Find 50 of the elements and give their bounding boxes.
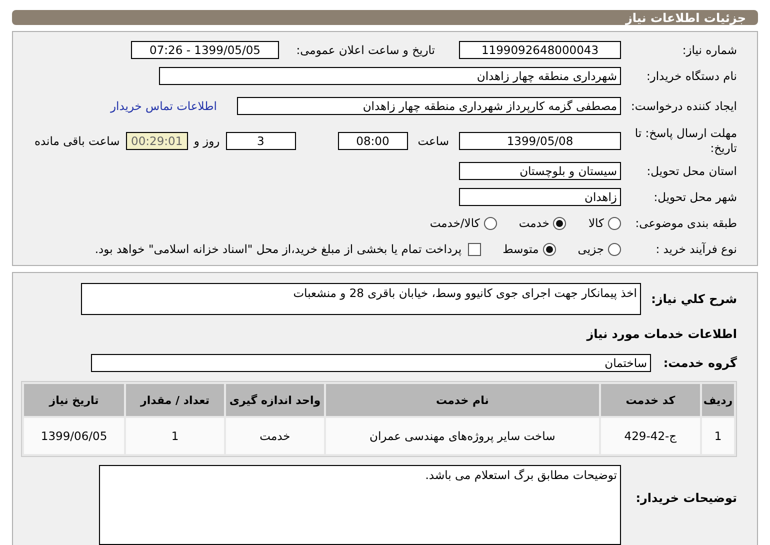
field-label: استان محل تحویل: [646, 164, 737, 178]
column-header: ردیف [702, 384, 734, 416]
column-header: تعداد / مقدار [126, 384, 224, 416]
radio-option[interactable]: جزیی [578, 242, 621, 256]
section-heading: اطلاعات خدمات مورد نياز [585, 326, 737, 342]
field-label: توضیحات خریدار: [634, 491, 737, 506]
field-label: تاریخ و ساعت اعلان عمومی: [295, 43, 435, 58]
field-label: نام دستگاه خریدار: [645, 69, 737, 84]
field-label: شهر محل تحویل: [652, 190, 737, 204]
column-header: واحد اندازه گیری [226, 384, 324, 416]
need-number-field: 1199092648000043 [459, 41, 621, 60]
description-field: اخذ پیمانکار جهت اجرای جوی کانیوو وسط، خیابان باقری 28 و منشعبات [81, 283, 641, 315]
column-header: کد خدمت [600, 384, 700, 416]
buyer-name-field: شهرداری منطقه چهار زاهدان [159, 67, 621, 86]
table-cell: ساخت سایر پروژه‌های مهندسی عمران [326, 418, 599, 454]
table-cell: 1 [126, 418, 224, 454]
city-field: زاهدان [459, 188, 621, 206]
deadline-date-field: 1399/05/08 [459, 132, 621, 150]
province-field: سیستان و بلوچستان [459, 162, 621, 180]
radio-option[interactable]: کالا [588, 216, 621, 230]
table-cell: خدمت [226, 418, 324, 454]
column-header: نام خدمت [326, 384, 599, 416]
page-header: جزئیات اطلاعات نیاز [12, 10, 758, 26]
field-label: گروه خدمت: [662, 356, 737, 370]
field-label: روز و [194, 134, 220, 148]
service-group-field: ساختمان [91, 354, 651, 372]
field-label: طبقه بندی موضوعی: [634, 216, 737, 230]
buyer-notes-field: توضیحات مطابق برگ استعلام می باشد. [99, 465, 621, 545]
radio-option[interactable]: خدمت [518, 216, 566, 230]
days-field: 3 [226, 132, 296, 150]
deadline-time-field: 08:00 [338, 132, 408, 150]
announce-date-field: 1399/05/05 - 07:26 [131, 41, 279, 60]
radio-option[interactable]: کالا/خدمت [430, 216, 497, 230]
field-label: نوع فرآیند خرید : [654, 242, 737, 256]
field-label: مهلت ارسال پاسخ: تا تاریخ: [634, 126, 737, 155]
field-label: شرح کلي نياز: [650, 292, 737, 306]
creator-field: مصطفی گزمه کارپرداز شهرداری منطقه چهار زاهدان [237, 97, 621, 116]
table-cell: 1399/06/05 [24, 418, 124, 454]
table-cell: 1 [702, 418, 734, 454]
payment-checkbox[interactable] [468, 242, 481, 256]
contact-link[interactable]: اطلاعات تماس خریدار [110, 99, 217, 114]
field-label: ساعت باقی مانده [34, 134, 120, 148]
remaining-time-field: 00:29:01 [126, 132, 188, 150]
field-label: شماره نیاز: [681, 43, 737, 58]
column-header: تاریخ نیاز [24, 384, 124, 416]
payment-note: پرداخت تمام یا بخشی از مبلغ خرید،از محل "اسناد خزانه اسلامی" خواهد بود. [94, 242, 462, 256]
radio-option[interactable]: متوسط [502, 242, 556, 256]
field-label: ساعت [418, 134, 449, 148]
field-label: ایجاد کننده درخواست: [630, 99, 737, 114]
table-cell: ج-42-429 [600, 418, 700, 454]
